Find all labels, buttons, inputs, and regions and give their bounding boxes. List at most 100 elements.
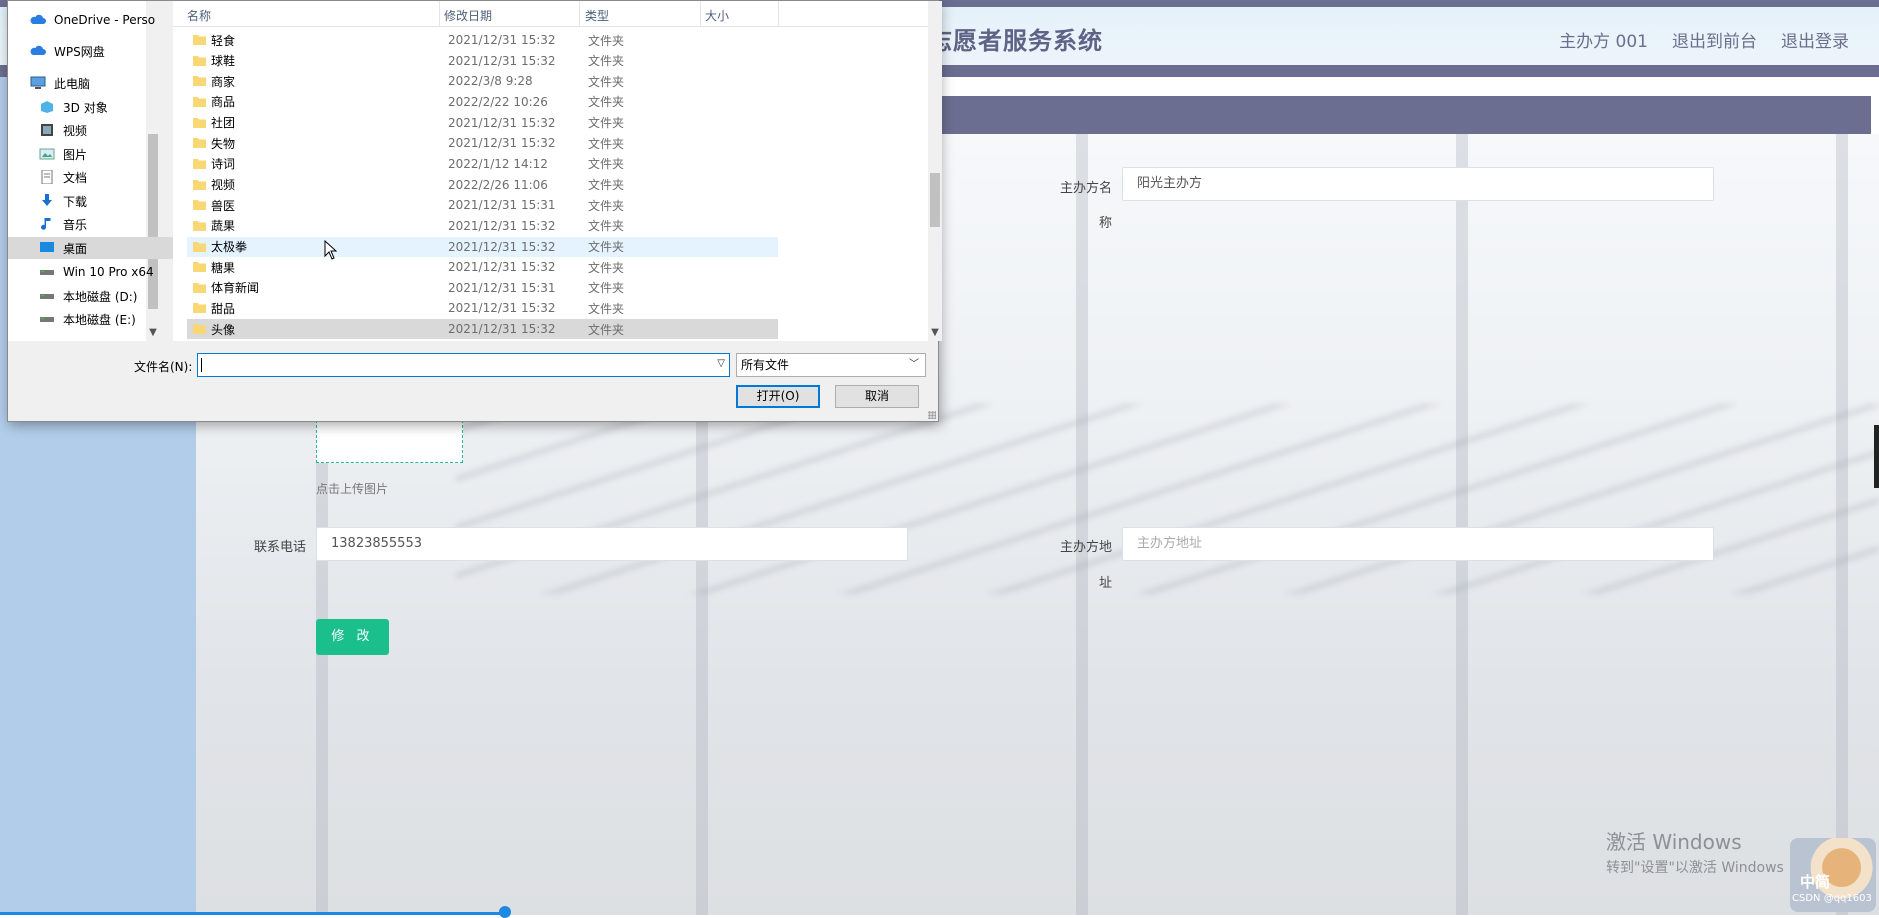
file-date: 2021/12/31 15:32 <box>448 239 556 254</box>
file-type: 文件夹 <box>588 219 625 234</box>
folder-icon <box>193 200 206 211</box>
file-scroll-down-icon[interactable]: ▼ <box>928 327 942 338</box>
file-row[interactable]: 蔬果 2021/12/31 15:32 文件夹 <box>187 216 778 236</box>
file-name: 诗词 <box>211 157 236 172</box>
download-icon <box>39 194 55 208</box>
folder-icon <box>193 138 206 149</box>
submit-button[interactable]: 修 改 <box>316 619 389 655</box>
user-link[interactable]: 主办方 001 <box>1559 27 1648 52</box>
file-row[interactable]: 太极拳 2021/12/31 15:32 文件夹 <box>187 236 778 257</box>
column-headers: 名称 ^ 修改日期 类型 大小 <box>173 0 928 27</box>
phone-input[interactable]: 13823855553 <box>316 527 908 561</box>
column-size[interactable]: 大小 <box>705 7 729 24</box>
file-date: 2022/2/22 10:26 <box>448 94 548 109</box>
nav-item-label: 视频 <box>63 123 88 138</box>
file-date: 2021/12/31 15:32 <box>448 260 556 275</box>
folder-icon <box>193 96 206 107</box>
avatar-caption: CSDN @qq1603 <box>1792 893 1872 904</box>
nav-item[interactable]: 视频 <box>8 119 184 141</box>
folder-icon <box>193 76 206 87</box>
file-row[interactable]: 失物 2021/12/31 15:32 文件夹 <box>187 133 778 153</box>
org-name-input[interactable]: 阳光主办方 <box>1122 167 1714 201</box>
picture-icon <box>39 147 55 161</box>
nav-item-label: 此电脑 <box>54 76 91 91</box>
file-row[interactable]: 头像 2021/12/31 15:32 文件夹 <box>187 319 778 340</box>
file-date: 2021/12/31 15:32 <box>448 218 556 233</box>
file-row[interactable]: 糖果 2021/12/31 15:32 文件夹 <box>187 257 778 277</box>
file-date: 2021/12/31 15:32 <box>448 136 556 151</box>
column-type[interactable]: 类型 <box>585 7 609 24</box>
column-date[interactable]: 修改日期 <box>444 7 492 24</box>
nav-item-label: 文档 <box>63 170 88 185</box>
nav-item[interactable]: 音乐 <box>8 213 184 235</box>
nav-item[interactable]: 本地磁盘 (E:) <box>8 308 184 330</box>
org-name-label-cont: 称 <box>1098 216 1112 231</box>
nav-item-label: 3D 对象 <box>63 100 108 115</box>
cancel-button[interactable]: 取消 <box>835 385 919 408</box>
file-date: 2021/12/31 15:32 <box>448 322 556 337</box>
back-to-frontend-link[interactable]: 退出到前台 <box>1672 27 1757 52</box>
folder-icon <box>193 179 206 190</box>
file-name: 甜品 <box>211 301 236 316</box>
file-type: 文件夹 <box>588 33 625 48</box>
file-name: 商品 <box>211 95 236 110</box>
mouse-pointer-icon <box>324 240 338 260</box>
column-name[interactable]: 名称 <box>187 7 211 24</box>
file-name: 太极拳 <box>211 240 248 254</box>
file-row[interactable]: 社团 2021/12/31 15:32 文件夹 <box>187 113 778 133</box>
file-row[interactable]: 商家 2022/3/8 9:28 文件夹 <box>187 71 778 91</box>
nav-item[interactable]: Win 10 Pro x64 <box>8 261 184 283</box>
nav-item[interactable]: 文档 <box>8 166 184 188</box>
nav-item[interactable]: 下载 <box>8 190 184 212</box>
open-button[interactable]: 打开(O) <box>736 385 820 408</box>
file-scrollbar[interactable] <box>928 1 942 341</box>
nav-item[interactable]: OneDrive - Perso <box>8 9 175 31</box>
file-date: 2021/12/31 15:32 <box>448 115 556 130</box>
file-row[interactable]: 体育新闻 2021/12/31 15:31 文件夹 <box>187 278 778 298</box>
file-date: 2021/12/31 15:31 <box>448 280 556 295</box>
document-icon <box>39 169 55 185</box>
file-type: 文件夹 <box>588 260 625 275</box>
background-fence <box>456 404 1879 594</box>
nav-item[interactable]: WPS网盘 <box>8 40 175 62</box>
file-row[interactable]: 诗词 2022/1/12 14:12 文件夹 <box>187 154 778 174</box>
file-date: 2022/2/26 11:06 <box>448 177 548 192</box>
org-name-label: 主办方名 <box>1059 181 1112 196</box>
file-row[interactable]: 商品 2022/2/22 10:26 文件夹 <box>187 92 778 112</box>
pc-icon <box>30 76 46 90</box>
file-name: 体育新闻 <box>211 281 260 296</box>
file-name: 商家 <box>211 74 236 89</box>
nav-item-label: 本地磁盘 (D:) <box>63 289 138 304</box>
file-list-pane: 名称 ^ 修改日期 类型 大小 轻食 2021/12/31 15:32 文件夹 球鞋 2… <box>173 0 942 341</box>
file-row[interactable]: 兽医 2021/12/31 15:31 文件夹 <box>187 195 778 215</box>
folder-icon <box>193 158 206 169</box>
folder-icon <box>193 303 206 314</box>
file-type-select[interactable]: 所有文件 ﹀ <box>736 353 926 377</box>
file-row[interactable]: 球鞋 2021/12/31 15:32 文件夹 <box>187 51 778 71</box>
navigation-pane: ▲ ▼ OneDrive - PersoWPS网盘此电脑3D 对象视频图片文档下… <box>8 1 184 341</box>
logout-link[interactable]: 退出登录 <box>1781 27 1849 52</box>
page-scrollbar[interactable] <box>1874 425 1879 488</box>
file-type: 文件夹 <box>588 198 625 213</box>
address-input[interactable]: 主办方地址 <box>1122 527 1714 561</box>
file-row[interactable]: 轻食 2021/12/31 15:32 文件夹 <box>187 30 778 50</box>
file-date: 2021/12/31 15:31 <box>448 198 556 213</box>
nav-item-label: 下载 <box>63 194 88 209</box>
folder-icon <box>193 324 206 335</box>
file-name: 球鞋 <box>211 54 236 69</box>
file-type: 文件夹 <box>588 74 625 89</box>
file-type: 文件夹 <box>588 157 625 172</box>
filename-input[interactable]: ▽ <box>197 353 730 377</box>
file-row[interactable]: 视频 2022/2/26 11:06 文件夹 <box>187 175 778 195</box>
nav-item[interactable]: 图片 <box>8 143 184 165</box>
file-row[interactable]: 甜品 2021/12/31 15:32 文件夹 <box>187 298 778 318</box>
filename-label: 文件名(N): <box>134 360 193 374</box>
nav-item[interactable]: 本地磁盘 (D:) <box>8 285 184 307</box>
cloud-icon <box>30 44 46 58</box>
resize-grip-icon[interactable] <box>928 411 936 419</box>
file-type-value: 所有文件 <box>741 358 790 372</box>
nav-item[interactable]: 桌面 <box>8 237 184 259</box>
nav-item[interactable]: 3D 对象 <box>8 96 184 118</box>
filename-dropdown-icon[interactable]: ▽ <box>717 358 725 369</box>
nav-item[interactable]: 此电脑 <box>8 72 175 94</box>
